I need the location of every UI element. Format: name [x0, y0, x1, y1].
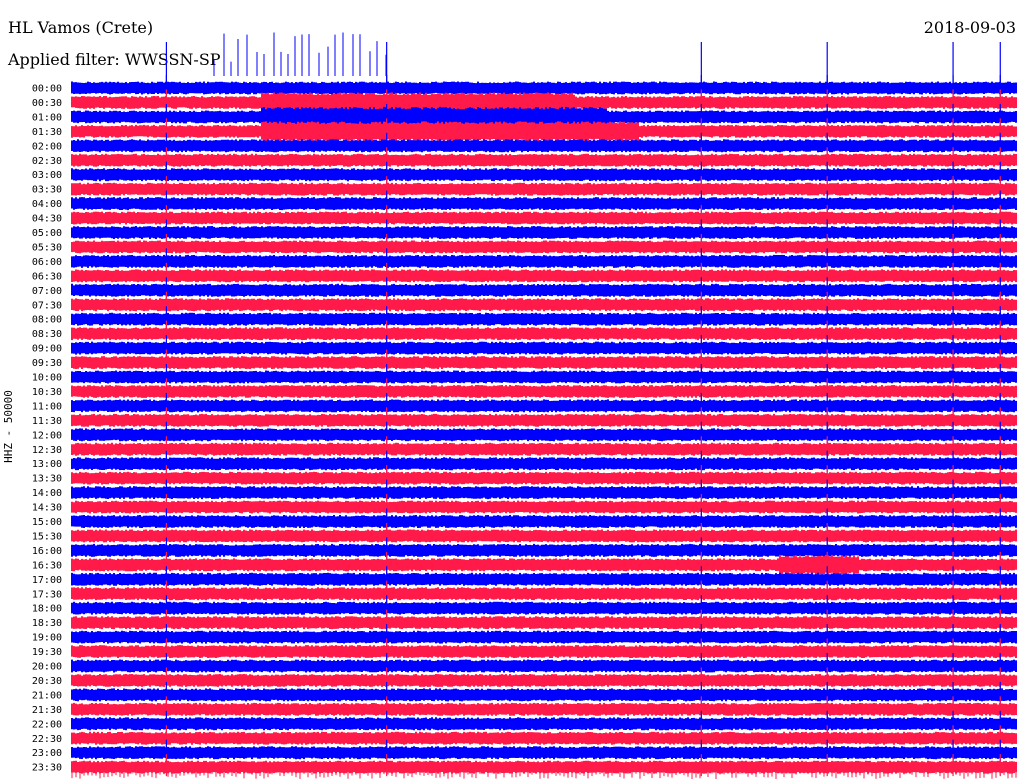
row-label: 18:00: [32, 604, 62, 615]
trace-row: [71, 81, 1017, 95]
row-label: 12:00: [32, 430, 62, 441]
row-label: 17:00: [32, 575, 62, 586]
row-label: 14:30: [32, 503, 62, 514]
row-label: 13:00: [32, 459, 62, 470]
trace-row: [71, 515, 1017, 528]
row-label: 09:30: [32, 358, 62, 369]
trace-row: [71, 471, 1017, 485]
trace-row: [71, 659, 1017, 673]
trace-row: [71, 457, 1017, 471]
row-label: 23:30: [32, 763, 62, 774]
row-label: 20:00: [32, 662, 62, 673]
row-label: 05:30: [32, 242, 62, 253]
trace-row: [71, 240, 1017, 254]
row-label: 15:30: [32, 531, 62, 542]
trace-row: [71, 211, 1017, 225]
row-label: 00:00: [32, 84, 62, 95]
trace-row: [71, 341, 1017, 355]
trace-row: [71, 312, 1017, 326]
trace-row: [71, 283, 1017, 297]
trace-row: [71, 399, 1017, 413]
trace-row: [71, 529, 1017, 543]
row-label: 05:00: [32, 228, 62, 239]
trace-row: [71, 356, 1017, 369]
trace-row: [71, 428, 1017, 442]
trace-row: [71, 486, 1017, 500]
trace-row: [71, 645, 1017, 658]
row-label: 15:00: [32, 517, 62, 528]
row-label: 02:30: [32, 156, 62, 167]
trace-row: [71, 717, 1017, 731]
row-label: 10:00: [32, 373, 62, 384]
row-label: 03:30: [32, 185, 62, 196]
trace-row: [71, 413, 1017, 427]
trace-row: [71, 327, 1017, 341]
row-label: 01:30: [32, 127, 62, 138]
row-label: 02:00: [32, 141, 62, 152]
trace-row: [71, 298, 1017, 312]
trace-row: [71, 254, 1017, 268]
row-label: 08:00: [32, 315, 62, 326]
trace-row: [71, 269, 1017, 283]
row-label: 04:00: [32, 199, 62, 210]
row-label: 10:30: [32, 387, 62, 398]
row-label: 13:30: [32, 474, 62, 485]
row-label: 07:00: [32, 286, 62, 297]
trace-row: [71, 543, 1017, 557]
row-label: 11:30: [32, 416, 62, 427]
row-label: 18:30: [32, 618, 62, 629]
row-label: 19:00: [32, 633, 62, 644]
trace-row: [71, 688, 1017, 702]
row-label: 16:00: [32, 546, 62, 557]
trace-row: [71, 500, 1017, 514]
trace-row: [71, 572, 1017, 586]
trace-row: [71, 587, 1017, 601]
row-label: 21:00: [32, 690, 62, 701]
row-label: 21:30: [32, 705, 62, 716]
row-label: 11:00: [32, 401, 62, 412]
trace-row: [71, 168, 1017, 182]
top-spikes: [213, 32, 387, 76]
trace-row: [71, 601, 1017, 615]
trace-row: [71, 139, 1017, 153]
row-label: 14:00: [32, 488, 62, 499]
trace-row: [71, 442, 1017, 456]
trace-row: [71, 121, 1017, 142]
row-label: 07:30: [32, 300, 62, 311]
row-label: 22:30: [32, 734, 62, 745]
trace-row: [71, 702, 1017, 716]
row-label: 06:30: [32, 271, 62, 282]
trace-row: [71, 182, 1017, 196]
trace-row: [71, 370, 1017, 384]
trace-row: [71, 153, 1017, 167]
row-label: 06:00: [32, 257, 62, 268]
row-label: 01:00: [32, 112, 62, 123]
trace-row: [71, 731, 1017, 745]
row-label: 03:00: [32, 170, 62, 181]
row-label: 23:00: [32, 748, 62, 759]
trace-row: [71, 226, 1017, 239]
trace-row: [71, 197, 1017, 211]
trace-row: [71, 385, 1017, 398]
seismogram-plot: 00:00 00:30 01:00 01:30 02:00 02:30 03:00 03:30…: [32, 32, 1017, 779]
row-label: 09:00: [32, 344, 62, 355]
row-label: 19:30: [32, 647, 62, 658]
row-label: 22:00: [32, 719, 62, 730]
trace-row: [71, 554, 1017, 575]
row-label: 16:30: [32, 560, 62, 571]
row-label: 12:30: [32, 445, 62, 456]
trace-row: [71, 746, 1017, 760]
trace-row: [71, 616, 1017, 630]
row-label: 20:30: [32, 676, 62, 687]
row-label: 17:30: [32, 589, 62, 600]
trace-row: [71, 674, 1017, 687]
row-label: 08:30: [32, 329, 62, 340]
trace-row: [71, 630, 1017, 644]
row-label: 04:30: [32, 214, 62, 225]
row-label: 00:30: [32, 98, 62, 109]
